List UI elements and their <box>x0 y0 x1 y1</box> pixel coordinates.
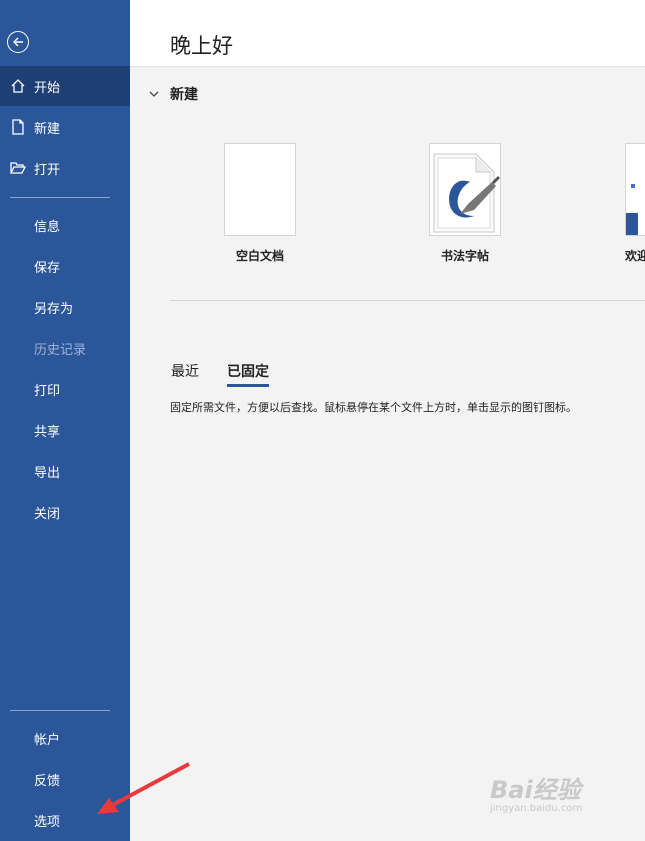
sidebar-item-label: 新建 <box>34 121 61 137</box>
sidebar-item-history: 历史记录 <box>0 328 130 368</box>
sidebar-item-export[interactable]: 导出 <box>0 451 130 491</box>
template-name: 书法字帖 <box>440 249 489 263</box>
sidebar-item-label: 信息 <box>34 219 61 235</box>
pinned-hint-text: 固定所需文件，方便以后查找。鼠标悬停在某个文件上方时，单击显示的图钉图标。 <box>170 401 577 414</box>
new-document-icon <box>12 119 24 135</box>
sidebar-item-account[interactable]: 帐户 <box>0 718 130 758</box>
new-section-title: 新建 <box>170 87 198 103</box>
backstage-sidebar: 开始 新建 打开 信息 保存 另存为 历史记录 打印 共享 导出 关闭 帐户 反… <box>0 0 130 841</box>
sidebar-item-save-as[interactable]: 另存为 <box>0 287 130 327</box>
sidebar-item-open[interactable]: 打开 <box>0 148 130 188</box>
sidebar-divider <box>10 197 110 198</box>
new-section-header[interactable]: 新建 <box>148 84 198 104</box>
home-icon <box>11 79 25 93</box>
annotation-arrow <box>97 762 190 814</box>
sidebar-item-info[interactable]: 信息 <box>0 205 130 245</box>
sidebar-item-label: 选项 <box>34 814 61 830</box>
sidebar-item-label: 保存 <box>34 260 61 276</box>
template-thumbnail <box>429 143 501 236</box>
sidebar-item-close[interactable]: 关闭 <box>0 492 130 532</box>
watermark-main: Bai经验 <box>490 776 581 804</box>
sidebar-item-label: 另存为 <box>34 301 74 317</box>
sidebar-item-label: 开始 <box>34 80 61 96</box>
open-folder-icon <box>10 162 26 174</box>
section-divider <box>170 300 645 301</box>
sidebar-item-home[interactable]: 开始 <box>0 66 130 106</box>
sidebar-item-label: 打开 <box>34 162 61 178</box>
sidebar-item-print[interactable]: 打印 <box>0 369 130 409</box>
template-welcome[interactable]: 欢迎 <box>625 143 645 264</box>
watermark: Bai经验 jingyan.baidu.com <box>490 770 582 814</box>
tab-recent[interactable]: 最近 <box>171 361 199 381</box>
back-button[interactable] <box>7 31 29 53</box>
template-calligraphy[interactable]: 书法字帖 <box>429 143 501 264</box>
sidebar-item-label: 历史记录 <box>34 342 87 358</box>
sidebar-item-label: 反馈 <box>34 773 61 789</box>
sidebar-item-label: 关闭 <box>34 506 61 522</box>
chevron-down-icon <box>149 91 159 97</box>
template-name: 欢迎 <box>625 249 645 263</box>
sidebar-item-label: 导出 <box>34 465 61 481</box>
sidebar-divider <box>10 710 110 711</box>
template-thumbnail <box>224 143 296 236</box>
backstage-main: 晚上好 新建 空白文档 书法字帖 欢迎 最近 已固定 固定所需文件，方便以后查找… <box>130 0 645 841</box>
tab-pinned[interactable]: 已固定 <box>227 361 269 387</box>
sidebar-item-share[interactable]: 共享 <box>0 410 130 450</box>
sidebar-item-new[interactable]: 新建 <box>0 107 130 147</box>
back-arrow-icon <box>12 37 23 47</box>
sidebar-item-label: 帐户 <box>34 732 61 748</box>
template-thumbnail-accent <box>626 213 638 235</box>
template-thumbnail <box>625 143 645 236</box>
sidebar-item-save[interactable]: 保存 <box>0 246 130 286</box>
greeting-text: 晚上好 <box>170 34 233 58</box>
greeting-header: 晚上好 <box>130 0 645 67</box>
watermark-sub: jingyan.baidu.com <box>490 803 583 814</box>
sidebar-item-label: 打印 <box>34 383 61 399</box>
template-thumbnail-line <box>631 184 635 188</box>
template-blank-document[interactable]: 空白文档 <box>224 143 296 264</box>
template-name: 空白文档 <box>235 249 284 263</box>
sidebar-item-label: 共享 <box>34 424 61 440</box>
calligraphy-brush-icon <box>433 153 500 233</box>
